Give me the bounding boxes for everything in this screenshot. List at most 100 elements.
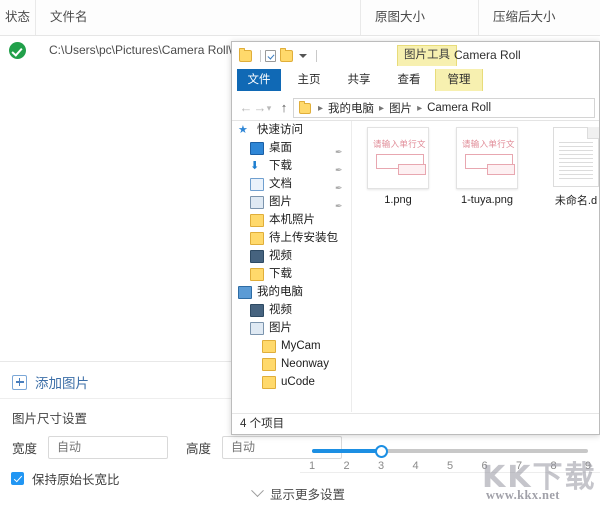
breadcrumb-item-1[interactable]: 图片 [389, 100, 412, 116]
sidebar-item-0[interactable]: ★ 快速访问 [232, 121, 350, 139]
thumbnail-shape-2 [487, 164, 515, 175]
address-bar[interactable]: ▸ 我的电脑 ▸ 图片 ▸ Camera Roll [293, 98, 595, 118]
video-icon [250, 303, 264, 317]
folder-icon[interactable] [239, 47, 252, 62]
sidebar-item-label: 下载 [269, 160, 292, 172]
navigation-pane: ★ 快速访问 桌面 ✒ ⬇ 下载 ✒ 文档 ✒ 图片 ✒ 本机照片 待上传安装包 视频 下载 我的电脑 视频 图片… [232, 121, 350, 412]
list-item[interactable]: 未命名.d [538, 127, 599, 208]
sidebar-item-11[interactable]: 图片 [232, 319, 350, 337]
slider-tick-2: 2 [343, 460, 350, 472]
sidebar-item-8[interactable]: 下载 [232, 265, 350, 283]
thumbnail-shape-2 [398, 164, 426, 175]
recent-locations-chevron-icon[interactable]: ▾ [265, 100, 273, 116]
pin-icon[interactable]: ✒ [335, 197, 344, 211]
pin-icon[interactable]: ✒ [335, 161, 344, 175]
column-header-status[interactable]: 状态 [0, 0, 35, 35]
sidebar-item-5[interactable]: 本机照片 [232, 211, 350, 229]
slider-fill [312, 449, 381, 453]
quick-access-toolbar[interactable] [239, 47, 321, 64]
breadcrumb-separator: ▸ [417, 102, 423, 114]
slider-tick-7: 7 [515, 460, 523, 472]
slider-tick-9: 9 [584, 460, 592, 472]
sidebar-item-label: 视频 [269, 250, 292, 262]
sidebar-item-14[interactable]: uCode [232, 373, 350, 391]
sidebar-item-label: 文档 [269, 178, 292, 190]
pin-icon[interactable]: ✒ [335, 143, 344, 157]
desktop-icon [250, 141, 264, 155]
ribbon-tab-1[interactable]: 主页 [285, 69, 333, 91]
column-header-filename[interactable]: 文件名 [35, 0, 375, 35]
sidebar-item-7[interactable]: 视频 [232, 247, 350, 265]
sidebar-item-9[interactable]: 我的电脑 [232, 283, 350, 301]
customize-caret-icon[interactable] [299, 53, 307, 58]
keep-aspect-ratio-checkbox[interactable]: 保持原始长宽比 [11, 469, 120, 488]
slider-tick-1: 1 [308, 460, 316, 472]
size-section-label: 图片尺寸设置 [12, 412, 88, 426]
sidebar-item-1[interactable]: 桌面 ✒ [232, 139, 350, 157]
plus-box-icon [12, 374, 27, 390]
keep-aspect-ratio-label: 保持原始长宽比 [32, 473, 120, 487]
ribbon-tab-3[interactable]: 查看 [385, 69, 433, 91]
explorer-window-title: Camera Roll [454, 48, 521, 62]
breadcrumb-separator: ▸ [379, 102, 385, 114]
slider-tick-8: 8 [550, 460, 557, 472]
star-icon: ★ [238, 123, 248, 136]
thumbnail-preview-text: 请输入单行文 [373, 139, 426, 149]
sidebar-item-label: 视频 [269, 304, 292, 316]
sidebar-item-13[interactable]: Neonway [232, 355, 350, 373]
list-item[interactable]: 请输入单行文 1-tuya.png [449, 127, 525, 206]
video-icon [250, 249, 264, 263]
status-badge [9, 42, 26, 59]
thumbnail-preview-text: 请输入单行文 [462, 139, 515, 149]
ribbon-tab-4[interactable]: 管理 [435, 69, 483, 91]
sidebar-item-4[interactable]: 图片 ✒ [232, 193, 350, 211]
sidebar-item-label: 桌面 [269, 142, 292, 154]
file-list-pane[interactable]: 请输入单行文 1.png 请输入单行文 1-tuya.png 未命名.d [351, 121, 599, 412]
sidebar-item-12[interactable]: MyCam [232, 337, 350, 355]
pictures-icon [250, 321, 264, 335]
ribbon-tab-2[interactable]: 共享 [335, 69, 383, 91]
folder-icon [250, 213, 264, 227]
add-image-button[interactable]: 添加图片 [12, 371, 89, 393]
pin-icon[interactable]: ✒ [335, 179, 344, 193]
width-input[interactable] [48, 436, 168, 459]
add-image-label: 添加图片 [35, 376, 89, 391]
folder-icon [250, 267, 264, 281]
arrow-up-icon[interactable]: ↑ [276, 100, 292, 116]
breadcrumb-item-0[interactable]: 我的电脑 [328, 100, 374, 116]
column-header-original-size[interactable]: 原图大小 [360, 0, 493, 35]
sidebar-item-2[interactable]: ⬇ 下载 ✒ [232, 157, 350, 176]
size-fields-row: 宽度 高度 [12, 436, 342, 459]
explorer-title-bar[interactable]: 图片工具 Camera Roll [232, 42, 599, 69]
properties-icon[interactable] [265, 49, 276, 62]
sidebar-item-6[interactable]: 待上传安装包 [232, 229, 350, 247]
sidebar-item-label: 下载 [269, 268, 292, 280]
breadcrumb-item-2[interactable]: Camera Roll [427, 102, 491, 114]
explorer-content-area: ★ 快速访问 桌面 ✒ ⬇ 下载 ✒ 文档 ✒ 图片 ✒ 本机照片 待上传安装包 视频 下载 我的电脑 视频 图片… [232, 120, 599, 412]
breadcrumb-separator: ▸ [318, 102, 324, 114]
sidebar-item-3[interactable]: 文档 ✒ [232, 175, 350, 193]
chevron-down-icon [251, 484, 264, 498]
quality-slider[interactable]: 1 2 3 4 5 6 7 8 9 [308, 443, 592, 473]
show-more-settings-button[interactable]: 显示更多设置 [251, 484, 345, 503]
column-header-compressed-size[interactable]: 压缩后大小 [478, 0, 600, 35]
slider-tick-5: 5 [446, 460, 454, 472]
navigation-tree: ★ 快速访问 桌面 ✒ ⬇ 下载 ✒ 文档 ✒ 图片 ✒ 本机照片 待上传安装包 视频 下载 我的电脑 视频 图片… [232, 121, 350, 391]
ribbon-tab-0[interactable]: 文件 [237, 69, 281, 91]
folder-icon [262, 339, 276, 353]
width-label: 宽度 [12, 442, 38, 456]
list-item[interactable]: 请输入单行文 1.png [360, 127, 436, 206]
page-fold-icon [587, 127, 599, 139]
new-folder-icon[interactable] [280, 47, 293, 62]
contextual-tab-group-label: 图片工具 [397, 45, 457, 66]
slider-tick-3: 3 [377, 460, 385, 472]
sidebar-item-10[interactable]: 视频 [232, 301, 350, 319]
explorer-navigation-bar: ← → ▾ ↑ ▸ 我的电脑 ▸ 图片 ▸ Camera Roll [232, 96, 599, 120]
toolbar-separator-2 [316, 49, 317, 62]
slider-tick-6: 6 [481, 460, 488, 472]
file-explorer-window[interactable]: 图片工具 Camera Roll 文件 主页 共享 查看 管理 ← → ▾ ↑ ▸ 我的… [231, 41, 600, 435]
sidebar-item-label: 快速访问 [257, 124, 303, 136]
document-icon [250, 177, 264, 191]
slider-thumb[interactable] [374, 445, 388, 458]
sidebar-item-label: Neonway [281, 358, 329, 370]
